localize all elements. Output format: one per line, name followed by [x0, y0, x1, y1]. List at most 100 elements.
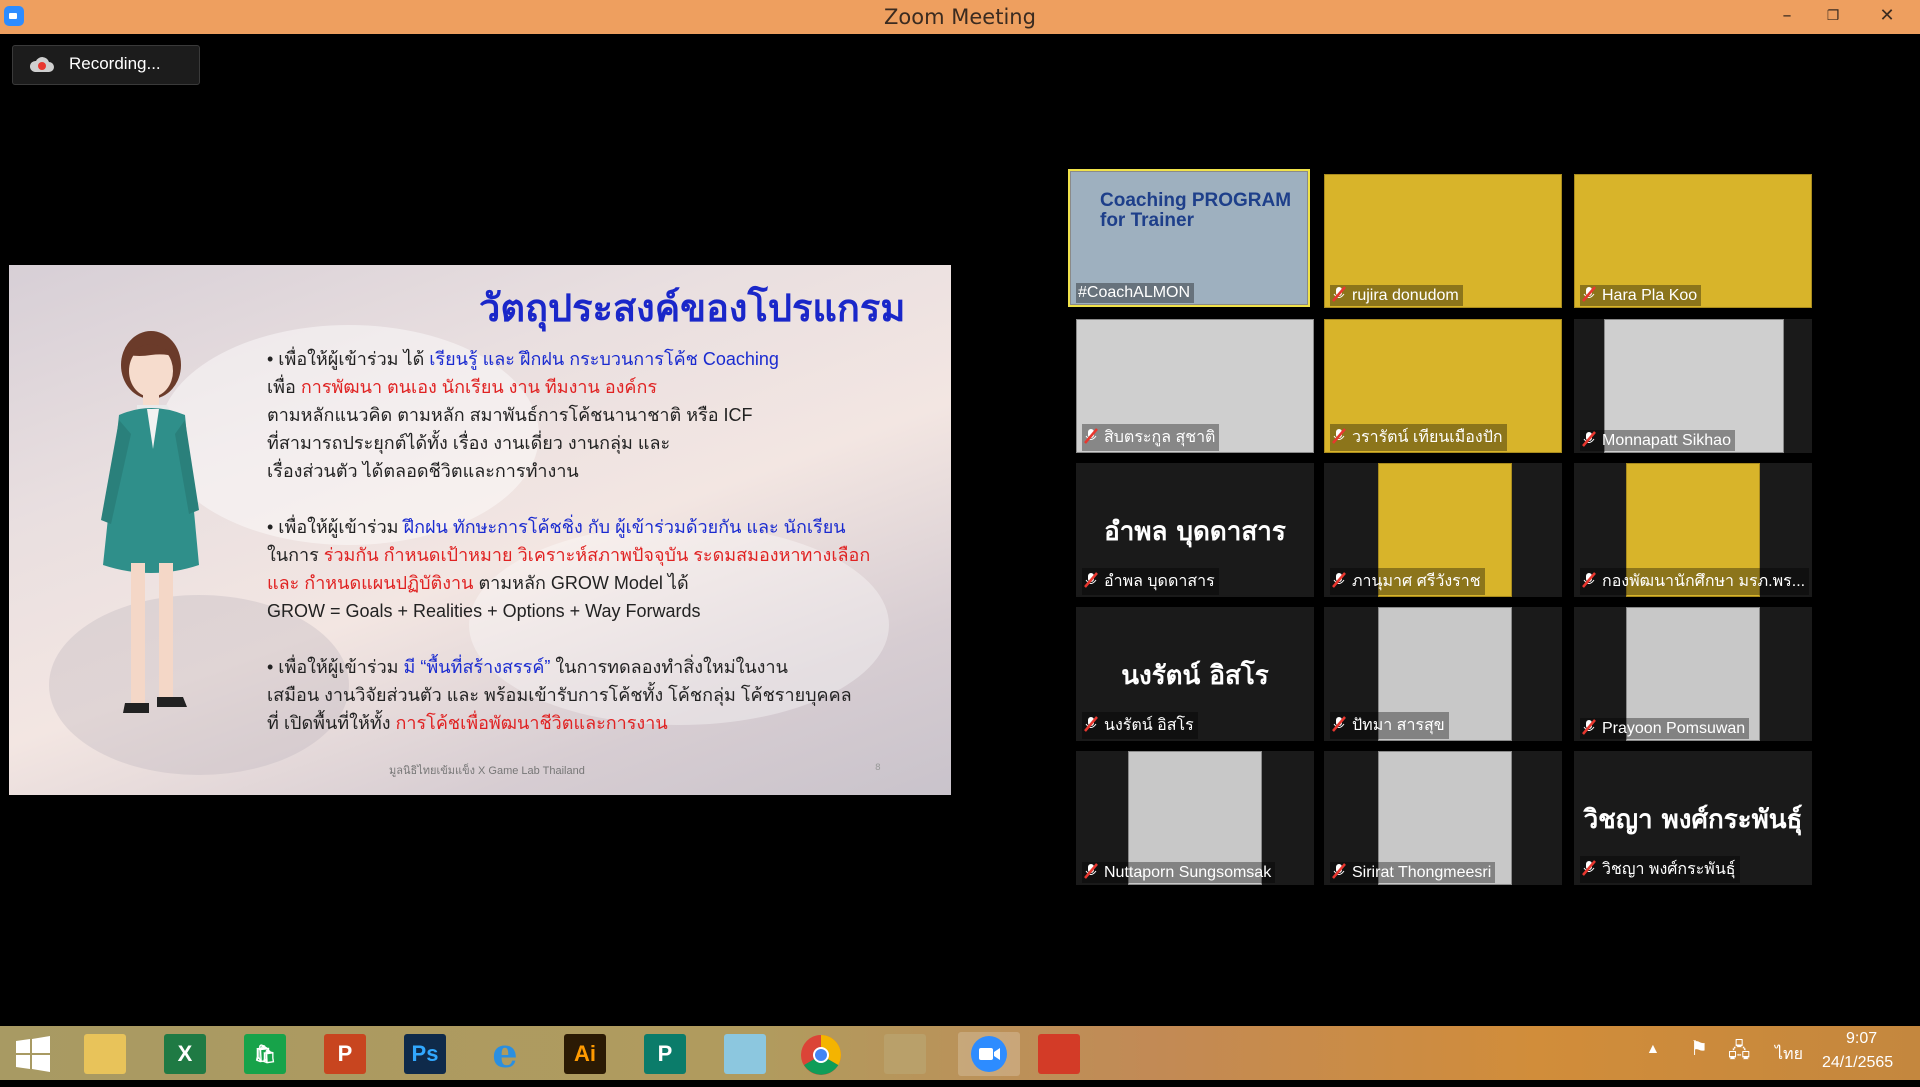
photoshop-icon[interactable]: Ps: [404, 1034, 446, 1074]
bullet-3-line2: เสมือน งานวิจัยส่วนตัว และ พร้อมเข้ารับก…: [267, 685, 852, 705]
participant-name: #CoachALMON: [1076, 283, 1195, 303]
participant-tile[interactable]: ปัทมา สารสุข: [1324, 607, 1562, 741]
muted-mic-icon: [1582, 286, 1596, 302]
bullet-2-highlight: ฝึกฝน ทักษะการโค้ชชิ่ง กับ ผู้เข้าร่วมด้…: [403, 517, 846, 537]
muted-mic-icon: [1582, 860, 1596, 876]
muted-mic-icon: [1084, 863, 1098, 879]
close-button[interactable]: ✕: [1864, 0, 1910, 34]
bullet-2-text: • เพื่อให้ผู้เข้าร่วม: [267, 517, 404, 537]
muted-mic-icon: [1332, 572, 1346, 588]
slide-bullets: • เพื่อให้ผู้เข้าร่วม ได้ เรียนรู้ และ ฝ…: [267, 345, 927, 765]
file-explorer-icon[interactable]: [84, 1034, 126, 1074]
clock-time[interactable]: 9:07: [1846, 1030, 1877, 1048]
illustrator-icon[interactable]: Ai: [564, 1034, 606, 1074]
participant-display-name: นงรัตน์ อิสโร: [1121, 661, 1269, 691]
windows-taskbar: X 🛍 P Ps e Ai P ▲ ⚑ 🖧 ไทย 9:07 24/1/2565: [0, 1026, 1920, 1080]
bullet-2-line4: GROW = Goals + Realities + Options + Way…: [267, 601, 701, 621]
bullet-1: • เพื่อให้ผู้เข้าร่วม ได้ เรียนรู้ และ ฝ…: [267, 345, 927, 485]
bullet-3-line3-highlight: การโค้ชเพื่อพัฒนาชีวิตและการงาน: [395, 713, 668, 733]
bullet-1-line4: ที่สามารถประยุกต์ได้ทั้ง เรื่อง งานเดี่ย…: [267, 433, 671, 453]
eraser-app-icon[interactable]: [724, 1034, 766, 1074]
bullet-3-line3: ที่ เปิดพื้นที่ให้ทั้ง: [267, 713, 396, 733]
bullet-1-highlight: เรียนรู้ และ ฝึกฝน กระบวนการโค้ช Coachin…: [429, 349, 779, 369]
participant-tile[interactable]: Sirirat Thongmeesri: [1324, 751, 1562, 885]
chrome-icon[interactable]: [800, 1034, 842, 1076]
bullet-3-highlight: มี “พื้นที่สร้างสรรค์”: [403, 657, 551, 677]
participant-name: วิชญา พงศ์กระพันธุ์: [1580, 856, 1740, 883]
bullet-2-line3: ตามหลัก GROW Model ได้: [473, 573, 689, 593]
participant-tile[interactable]: นงรัตน์ อิสโร นงรัตน์ อิสโร: [1076, 607, 1314, 741]
participant-tile[interactable]: Prayoon Pomsuwan: [1574, 607, 1812, 741]
slide-page-number: 8: [875, 763, 881, 773]
participant-tile[interactable]: Coaching PROGRAM for Trainer #CoachALMON: [1068, 169, 1310, 307]
participant-tile[interactable]: วรารัตน์ เทียนเมืองปัก: [1324, 319, 1562, 453]
participant-name: ปัทมา สารสุข: [1330, 712, 1449, 739]
internet-explorer-icon[interactable]: e: [484, 1034, 526, 1074]
action-center-flag-icon[interactable]: ⚑: [1690, 1036, 1708, 1061]
window-title: Zoom Meeting: [884, 5, 1036, 29]
tray-overflow-icon[interactable]: ▲: [1646, 1040, 1660, 1056]
muted-mic-icon: [1332, 286, 1346, 302]
slide-title: วัตถุประสงค์ของโปรแกรม: [479, 288, 906, 330]
store-icon[interactable]: 🛍: [244, 1034, 286, 1074]
participant-tile[interactable]: rujira donudom: [1324, 174, 1562, 308]
participant-display-name: อำพล บุดดาสาร: [1104, 517, 1286, 547]
participant-name: อำพล บุดดาสาร: [1082, 568, 1219, 595]
clock-date[interactable]: 24/1/2565: [1822, 1054, 1893, 1072]
participant-name: Hara Pla Koo: [1580, 285, 1702, 306]
participant-name: ภานุมาศ ศรีวังราช: [1330, 568, 1485, 595]
recording-label: Recording...: [69, 54, 161, 73]
cartoon-character-illustration: [101, 331, 199, 713]
powerpoint-icon[interactable]: P: [324, 1034, 366, 1074]
bullet-1-text: • เพื่อให้ผู้เข้าร่วม ได้: [267, 349, 430, 369]
muted-mic-icon: [1582, 572, 1596, 588]
participant-name: Monnapatt Sikhao: [1580, 430, 1735, 451]
bullet-3-text-end: ในการทดลองทำสิ่งใหม่ในงาน: [550, 657, 788, 677]
shared-slide: วัตถุประสงค์ของโปรแกรม • เพื่อให้ผู้เข้า…: [9, 265, 951, 795]
restore-button[interactable]: ❐: [1810, 0, 1856, 34]
muted-mic-icon: [1582, 431, 1596, 447]
participant-tile[interactable]: วิชญา พงศ์กระพันธุ์ วิชญา พงศ์กระพันธุ์: [1574, 751, 1812, 885]
slide-footer: มูลนิธิไทยเข้มแข็ง X Game Lab Thailand: [389, 765, 585, 777]
excel-icon[interactable]: X: [164, 1034, 206, 1074]
bullet-3-text: • เพื่อให้ผู้เข้าร่วม: [267, 657, 404, 677]
muted-mic-icon: [1084, 428, 1098, 444]
minimize-button[interactable]: –: [1764, 0, 1810, 34]
network-icon[interactable]: 🖧: [1728, 1036, 1750, 1070]
input-language[interactable]: ไทย: [1775, 1042, 1803, 1067]
participant-tile[interactable]: อำพล บุดดาสาร อำพล บุดดาสาร: [1076, 463, 1314, 597]
participant-tile[interactable]: สิบตระกูล สุชาติ: [1076, 319, 1314, 453]
video-banner-text: Coaching PROGRAM for Trainer: [1100, 190, 1292, 231]
participant-tile[interactable]: กองพัฒนานักศึกษา มรภ.พร...: [1574, 463, 1812, 597]
window-titlebar: Zoom Meeting – ❐ ✕: [0, 0, 1920, 34]
bullet-3: • เพื่อให้ผู้เข้าร่วม มี “พื้นที่สร้างสร…: [267, 653, 927, 737]
participant-tile[interactable]: Monnapatt Sikhao: [1574, 319, 1812, 453]
muted-mic-icon: [1332, 428, 1346, 444]
bullet-2-line2-highlight: ร่วมกัน กำหนดเป้าหมาย วิเคราะห์สภาพปัจจุ…: [323, 545, 871, 565]
participant-tile[interactable]: Nuttaporn Sungsomsak: [1076, 751, 1314, 885]
participant-name: Sirirat Thongmeesri: [1330, 862, 1496, 883]
office-lens-icon[interactable]: [1038, 1034, 1080, 1074]
participant-name: นงรัตน์ อิสโร: [1082, 712, 1198, 739]
participant-tile[interactable]: ภานุมาศ ศรีวังราช: [1324, 463, 1562, 597]
muted-mic-icon: [1084, 716, 1098, 732]
participant-name: Nuttaporn Sungsomsak: [1082, 862, 1276, 883]
muted-mic-icon: [1332, 863, 1346, 879]
bullet-2: • เพื่อให้ผู้เข้าร่วม ฝึกฝน ทักษะการโค้ช…: [267, 513, 927, 625]
recording-indicator[interactable]: Recording...: [12, 45, 200, 85]
participant-name: สิบตระกูล สุชาติ: [1082, 424, 1220, 451]
windows-start-icon[interactable]: [14, 1036, 52, 1072]
cloud-recording-icon: [29, 57, 54, 72]
bullet-2-line3-highlight: และ กำหนดแผนปฏิบัติงาน: [267, 573, 474, 593]
participant-tile[interactable]: Hara Pla Koo: [1574, 174, 1812, 308]
snipping-tool-icon[interactable]: [884, 1034, 926, 1074]
muted-mic-icon: [1582, 719, 1596, 735]
zoom-taskbar-button[interactable]: [958, 1032, 1020, 1076]
publisher-icon[interactable]: P: [644, 1034, 686, 1074]
muted-mic-icon: [1332, 716, 1346, 732]
participant-name: Prayoon Pomsuwan: [1580, 718, 1750, 739]
participant-name: rujira donudom: [1330, 285, 1463, 306]
bullet-1-line3: ตามหลักแนวคิด ตามหลัก สมาพันธ์การโค้ชนาน…: [267, 405, 753, 425]
participant-display-name: วิชญา พงศ์กระพันธุ์: [1583, 805, 1803, 835]
muted-mic-icon: [1084, 572, 1098, 588]
